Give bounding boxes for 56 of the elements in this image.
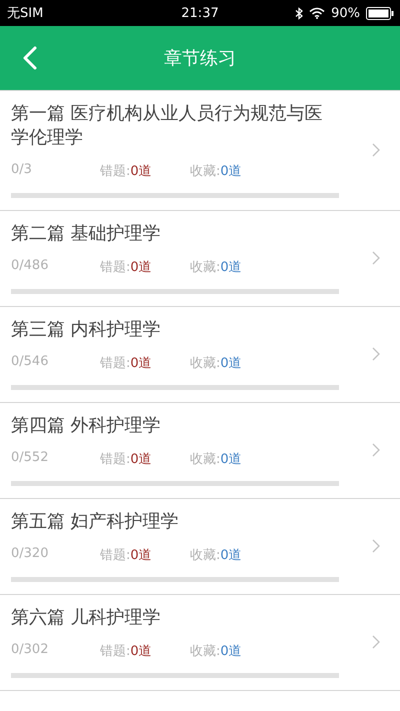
- progress-count: 0/302: [11, 642, 50, 659]
- chapter-title: 第三篇 内科护理学: [11, 318, 162, 342]
- wrong-label: 错题:: [100, 163, 130, 180]
- favorite-label: 收藏:: [190, 451, 220, 468]
- favorite-label: 收藏:: [190, 547, 220, 564]
- chapter-item[interactable]: 第二篇 基础护理学 0/486 错题:0道 收藏:0道: [0, 211, 400, 307]
- chapter-item[interactable]: 第六篇 儿科护理学 0/302 错题:0道 收藏:0道: [0, 595, 400, 691]
- wrong-label: 错题:: [100, 355, 130, 372]
- progress-count: 0/320: [11, 546, 50, 563]
- wrong-count: 0道: [130, 451, 152, 468]
- favorite-count: 0道: [220, 355, 242, 372]
- favorite-label: 收藏:: [190, 163, 220, 180]
- wrong-label: 错题:: [100, 259, 130, 276]
- favorite-count: 0道: [220, 547, 242, 564]
- wrong-count: 0道: [130, 643, 152, 660]
- chapter-title: 第四篇 外科护理学: [11, 414, 162, 438]
- favorite-count: 0道: [220, 259, 242, 276]
- chevron-icon: [372, 539, 380, 553]
- wrong-count: 0道: [130, 163, 152, 180]
- chapter-title: 第五篇 妇产科护理学: [11, 510, 180, 534]
- bluetooth-icon: [295, 6, 304, 20]
- favorite-count: 0道: [220, 163, 242, 180]
- chapter-title: 第一篇 医疗机构从业人员行为规范与医学伦理学: [11, 102, 324, 150]
- chevron-icon: [372, 635, 380, 649]
- chapter-item[interactable]: 第三篇 内科护理学 0/546 错题:0道 收藏:0道: [0, 307, 400, 403]
- progress-count: 0/486: [11, 258, 50, 275]
- wrong-count: 0道: [130, 259, 152, 276]
- chapter-title: 第六篇 儿科护理学: [11, 606, 162, 630]
- carrier-text: 无SIM: [7, 5, 44, 22]
- wrong-count: 0道: [130, 547, 152, 564]
- wrong-label: 错题:: [100, 643, 130, 660]
- favorite-label: 收藏:: [190, 355, 220, 372]
- chevron-icon: [372, 443, 380, 457]
- chapter-item[interactable]: 第一篇 医疗机构从业人员行为规范与医学伦理学 0/3 错题:0道 收藏:0道: [0, 91, 400, 211]
- chapter-item[interactable]: 第四篇 外科护理学 0/552 错题:0道 收藏:0道: [0, 403, 400, 499]
- chapter-title: 第二篇 基础护理学: [11, 222, 162, 246]
- favorite-label: 收藏:: [190, 643, 220, 660]
- chapter-item[interactable]: 第五篇 妇产科护理学 0/320 错题:0道 收藏:0道: [0, 499, 400, 595]
- chevron-icon: [372, 143, 380, 157]
- wrong-count: 0道: [130, 355, 152, 372]
- chevron-icon: [372, 347, 380, 361]
- wifi-icon: [309, 7, 326, 19]
- wrong-label: 错题:: [100, 547, 130, 564]
- favorite-label: 收藏:: [190, 259, 220, 276]
- favorite-count: 0道: [220, 643, 242, 660]
- progress-count: 0/546: [11, 354, 50, 371]
- back-icon[interactable]: [23, 46, 37, 70]
- chevron-icon: [372, 251, 380, 265]
- page-title: 章节练习: [164, 47, 236, 70]
- progress-count: 0/552: [11, 450, 50, 467]
- progress-count: 0/3: [11, 162, 33, 179]
- battery-icon: [366, 6, 394, 20]
- favorite-count: 0道: [220, 451, 242, 468]
- clock-text: 21:37: [180, 6, 220, 20]
- battery-percent: 90%: [331, 6, 360, 20]
- wrong-label: 错题:: [100, 451, 130, 468]
